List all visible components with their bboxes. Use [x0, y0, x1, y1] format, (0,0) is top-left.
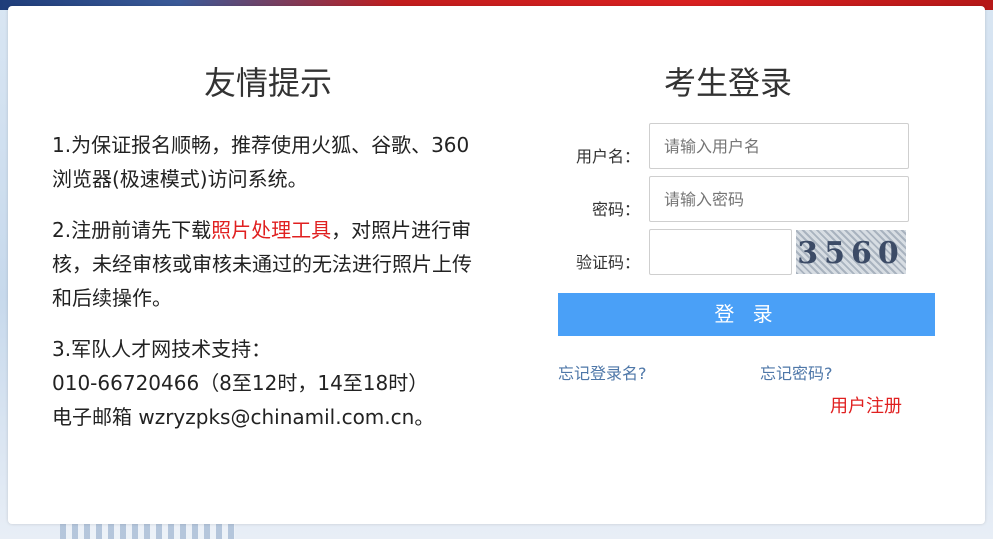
photo-tool-link[interactable]: 照片处理工具 [211, 218, 331, 242]
username-label: 用户名： [575, 147, 640, 166]
support-phone: 010-66720466（8至12时，14至18时） [52, 371, 429, 395]
password-label: 密码： [591, 200, 640, 219]
forgot-username-link[interactable]: 忘记登录名? [558, 360, 647, 384]
tech-support-label: 3.军队人才网技术支持： [52, 337, 272, 361]
tip-item-1: 1.为保证报名顺畅，推荐使用火狐、谷歌、360浏览器(极速模式)访问系统。 [52, 133, 470, 191]
captcha-label: 验证码： [575, 253, 640, 272]
tips-title: 友情提示 [203, 64, 332, 102]
register-link[interactable]: 用户注册 [830, 392, 902, 418]
captcha-image[interactable]: 3560 [796, 230, 906, 274]
tip-item-2: 2.注册前请先下载照片处理工具，对照片进行审核，未经审核或审核未通过的无法进行照… [52, 213, 472, 315]
password-input[interactable] [649, 176, 909, 222]
tips-list: 1.为保证报名顺畅，推荐使用火狐、谷歌、360浏览器(极速模式)访问系统。 2.… [52, 128, 472, 451]
login-button[interactable]: 登 录 [558, 293, 935, 336]
login-title: 考生登录 [663, 64, 792, 102]
support-email: 电子邮箱 wzryzpks@chinamil.com.cn。 [52, 405, 435, 429]
tip-item-3: 3.军队人才网技术支持： 010-66720466（8至12时，14至18时） … [52, 332, 472, 434]
captcha-image-text: 3560 [797, 236, 905, 271]
tip-item-2-text-start: 2.注册前请先下载 [52, 218, 212, 242]
captcha-input[interactable] [649, 229, 792, 275]
forgot-password-link[interactable]: 忘记密码? [760, 360, 833, 384]
username-input[interactable] [649, 123, 909, 169]
